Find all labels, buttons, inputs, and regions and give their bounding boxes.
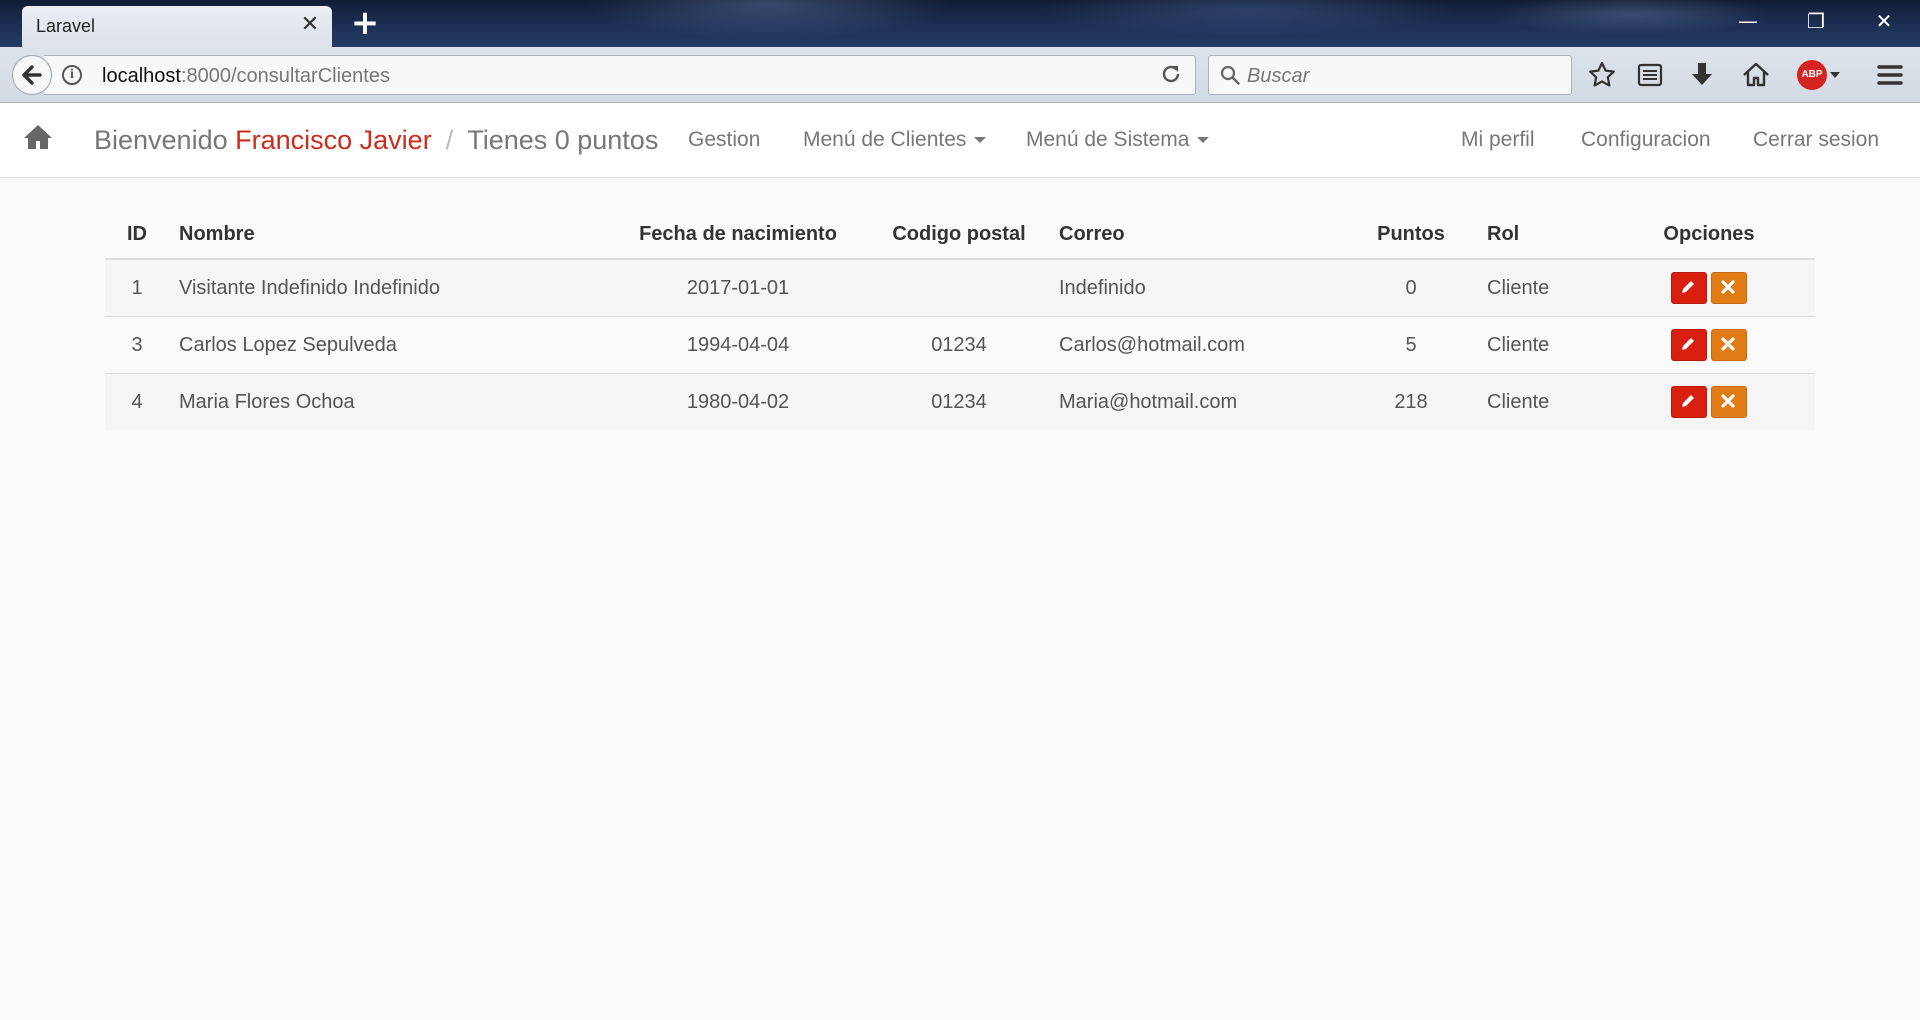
welcome-banner: Bienvenido Francisco Javier / Tienes 0 pun… bbox=[94, 103, 658, 177]
close-icon bbox=[1721, 394, 1735, 408]
table-header-row: ID Nombre Fecha de nacimiento Codigo pos… bbox=[105, 210, 1815, 260]
pencil-icon bbox=[1682, 338, 1694, 350]
header-codigo-postal: Codigo postal bbox=[869, 210, 1049, 260]
url-path: :8000/consultarClientes bbox=[180, 65, 390, 87]
cell-correo: Carlos@hotmail.com bbox=[1049, 316, 1345, 374]
browser-toolbar: i localhost:8000/consultarClientes Busca… bbox=[0, 47, 1920, 103]
cell-opciones bbox=[1603, 316, 1815, 374]
cell-opciones bbox=[1603, 373, 1815, 430]
nav-cerrar-sesion[interactable]: Cerrar sesion bbox=[1753, 103, 1879, 177]
header-opciones: Opciones bbox=[1603, 210, 1815, 260]
cell-id: 1 bbox=[105, 258, 169, 317]
browser-tab[interactable]: Laravel ✕ bbox=[22, 6, 332, 47]
nav-configuracion[interactable]: Configuracion bbox=[1581, 103, 1711, 177]
pencil-icon bbox=[1682, 281, 1694, 293]
nav-menu-clientes-label: Menú de Clientes bbox=[803, 128, 967, 151]
reading-list-icon[interactable] bbox=[1634, 59, 1666, 91]
cell-fecha: 1980-04-02 bbox=[607, 373, 869, 430]
table-row: 1 Visitante Indefinido Indefinido 2017-0… bbox=[105, 258, 1815, 317]
search-placeholder: Buscar bbox=[1247, 65, 1310, 87]
chevron-down-icon[interactable] bbox=[1830, 72, 1840, 78]
minimize-button[interactable]: — bbox=[1728, 6, 1768, 36]
home-icon[interactable] bbox=[22, 121, 54, 153]
cell-nombre: Maria Flores Ochoa bbox=[169, 373, 607, 430]
header-correo: Correo bbox=[1049, 210, 1345, 260]
delete-button[interactable] bbox=[1711, 272, 1747, 304]
close-icon bbox=[1721, 280, 1735, 294]
hamburger-menu-icon[interactable] bbox=[1874, 59, 1906, 91]
clients-table: ID Nombre Fecha de nacimiento Codigo pos… bbox=[105, 210, 1815, 430]
search-bar[interactable]: Buscar bbox=[1208, 55, 1572, 95]
url-host: localhost bbox=[102, 65, 181, 87]
cell-nombre: Visitante Indefinido Indefinido bbox=[169, 258, 607, 317]
app-navbar: Bienvenido Francisco Javier / Tienes 0 pun… bbox=[0, 103, 1920, 178]
cell-correo: Maria@hotmail.com bbox=[1049, 373, 1345, 430]
header-nombre: Nombre bbox=[169, 210, 607, 260]
header-rol: Rol bbox=[1477, 210, 1603, 260]
star-icon[interactable] bbox=[1586, 59, 1618, 91]
info-icon[interactable]: i bbox=[62, 65, 82, 85]
breadcrumb-separator: / bbox=[445, 125, 454, 155]
back-button[interactable] bbox=[12, 55, 52, 95]
url-text[interactable]: localhost:8000/consultarClientes bbox=[102, 65, 390, 88]
cell-fecha: 1994-04-04 bbox=[607, 316, 869, 374]
cell-rol: Cliente bbox=[1477, 258, 1603, 317]
browser-home-icon[interactable] bbox=[1740, 59, 1772, 91]
nav-gestion[interactable]: Gestion bbox=[688, 103, 760, 177]
nav-menu-clientes[interactable]: Menú de Clientes bbox=[803, 103, 987, 177]
cell-rol: Cliente bbox=[1477, 373, 1603, 430]
new-tab-button[interactable]: + bbox=[350, 6, 380, 40]
chevron-down-icon bbox=[974, 137, 987, 144]
cell-id: 3 bbox=[105, 316, 169, 374]
cell-codigo-postal bbox=[869, 258, 1049, 317]
cell-correo: Indefinido bbox=[1049, 258, 1345, 317]
browser-titlebar: Laravel ✕ + — ❐ ✕ bbox=[0, 0, 1920, 47]
header-fecha: Fecha de nacimiento bbox=[607, 210, 869, 260]
cell-puntos: 0 bbox=[1345, 258, 1477, 317]
cell-codigo-postal: 01234 bbox=[869, 373, 1049, 430]
welcome-text: Bienvenido bbox=[94, 125, 228, 155]
chevron-down-icon bbox=[1197, 137, 1210, 144]
cell-opciones bbox=[1603, 258, 1815, 317]
header-puntos: Puntos bbox=[1345, 210, 1477, 260]
download-icon[interactable] bbox=[1686, 59, 1718, 91]
edit-button[interactable] bbox=[1671, 329, 1707, 361]
close-window-button[interactable]: ✕ bbox=[1864, 6, 1904, 36]
cell-puntos: 218 bbox=[1345, 373, 1477, 430]
adblock-icon[interactable]: ABP bbox=[1797, 60, 1827, 90]
search-icon bbox=[1220, 65, 1240, 85]
address-bar[interactable]: i localhost:8000/consultarClientes bbox=[44, 55, 1196, 95]
clients-table-container: ID Nombre Fecha de nacimiento Codigo pos… bbox=[105, 210, 1815, 430]
table-row: 4 Maria Flores Ochoa 1980-04-02 01234 Ma… bbox=[105, 373, 1815, 430]
tab-title: Laravel bbox=[36, 16, 96, 36]
cell-fecha: 2017-01-01 bbox=[607, 258, 869, 317]
arrow-left-icon bbox=[22, 65, 42, 85]
user-name: Francisco Javier bbox=[235, 125, 432, 155]
reload-icon[interactable] bbox=[1159, 62, 1183, 88]
nav-menu-sistema[interactable]: Menú de Sistema bbox=[1026, 103, 1210, 177]
cell-puntos: 5 bbox=[1345, 316, 1477, 374]
delete-button[interactable] bbox=[1711, 386, 1747, 418]
cell-id: 4 bbox=[105, 373, 169, 430]
edit-button[interactable] bbox=[1671, 386, 1707, 418]
maximize-button[interactable]: ❐ bbox=[1796, 6, 1836, 36]
header-id: ID bbox=[105, 210, 169, 260]
pencil-icon bbox=[1682, 395, 1694, 407]
tab-close-icon[interactable]: ✕ bbox=[298, 13, 322, 37]
cell-nombre: Carlos Lopez Sepulveda bbox=[169, 316, 607, 374]
edit-button[interactable] bbox=[1671, 272, 1707, 304]
close-icon bbox=[1721, 337, 1735, 351]
delete-button[interactable] bbox=[1711, 329, 1747, 361]
points-text: Tienes 0 puntos bbox=[467, 125, 659, 155]
table-row: 3 Carlos Lopez Sepulveda 1994-04-04 0123… bbox=[105, 316, 1815, 374]
cell-rol: Cliente bbox=[1477, 316, 1603, 374]
nav-menu-sistema-label: Menú de Sistema bbox=[1026, 128, 1190, 151]
nav-mi-perfil[interactable]: Mi perfil bbox=[1461, 103, 1535, 177]
cell-codigo-postal: 01234 bbox=[869, 316, 1049, 374]
